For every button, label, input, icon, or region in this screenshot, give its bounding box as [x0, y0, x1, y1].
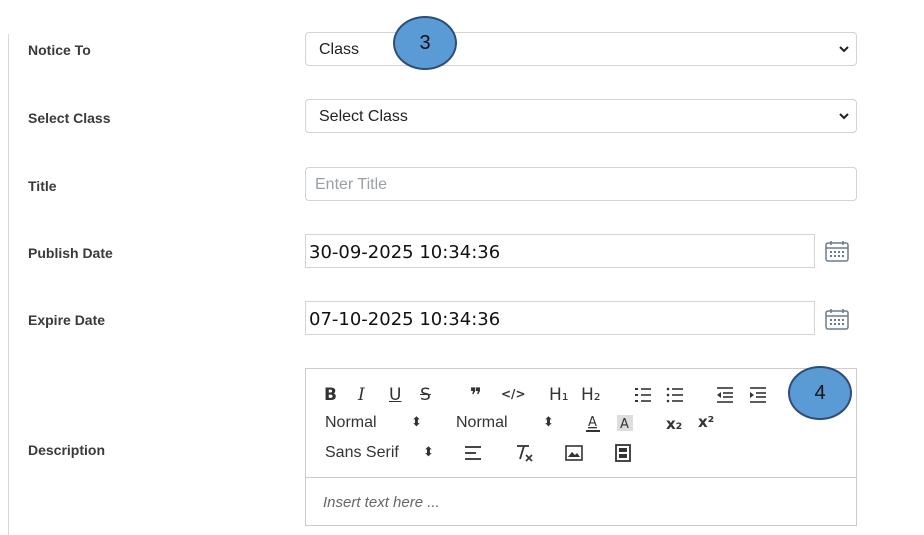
callout-marker: 4	[788, 366, 852, 420]
title-input[interactable]: Enter Title	[305, 167, 857, 201]
publish-date-value: 30-09-2025 10:34:36	[309, 242, 501, 263]
strike-button[interactable]: S	[420, 385, 431, 405]
ordered-list-icon[interactable]	[634, 386, 652, 404]
title-placeholder: Enter Title	[315, 176, 388, 193]
expire-date-input[interactable]: 07-10-2025 10:34:36	[305, 301, 815, 335]
size-select-arrows-icon: ⬍	[543, 415, 554, 430]
video-icon[interactable]	[615, 444, 631, 462]
notice-to-label: Notice To	[28, 42, 91, 58]
chevron-down-icon	[839, 113, 849, 120]
editor-toolbar: B I U S ❞ </> H₁ H₂ Normal ⬍ Normal ⬍ A	[306, 369, 856, 478]
indent-icon[interactable]	[749, 386, 767, 404]
subscript-button[interactable]: x₂	[666, 415, 682, 433]
font-select-arrows-icon: ⬍	[423, 445, 434, 460]
highlight-icon[interactable]: A	[616, 413, 634, 433]
select-class-value: Select Class	[319, 108, 408, 125]
blockquote-button[interactable]: ❞	[470, 383, 482, 407]
image-icon[interactable]	[565, 445, 583, 461]
header-select[interactable]: Normal	[325, 414, 377, 432]
header-select-arrows-icon: ⬍	[411, 415, 422, 430]
h2-button[interactable]: H₂	[581, 385, 601, 405]
calendar-icon[interactable]	[825, 240, 849, 262]
h1-button[interactable]: H₁	[549, 385, 569, 405]
outdent-icon[interactable]	[716, 386, 734, 404]
callout-marker: 3	[393, 16, 457, 70]
svg-text:A: A	[620, 417, 629, 432]
code-button[interactable]: </>	[501, 387, 526, 401]
left-divider	[8, 34, 9, 535]
svg-text:A: A	[588, 415, 597, 430]
clear-format-icon[interactable]	[514, 443, 534, 463]
notice-to-select[interactable]: Class	[305, 32, 857, 66]
superscript-button[interactable]: x²	[698, 413, 714, 431]
size-select[interactable]: Normal	[456, 414, 508, 432]
text-color-icon[interactable]: A	[584, 413, 602, 433]
publish-date-label: Publish Date	[28, 245, 113, 261]
description-editor[interactable]: B I U S ❞ </> H₁ H₂ Normal ⬍ Normal ⬍ A	[305, 368, 857, 526]
calendar-icon[interactable]	[825, 308, 849, 330]
chevron-down-icon	[839, 46, 849, 53]
underline-button[interactable]: U	[389, 385, 401, 405]
title-label: Title	[28, 178, 57, 194]
select-class-select[interactable]: Select Class	[305, 99, 857, 133]
font-select[interactable]: Sans Serif	[325, 444, 399, 462]
description-label: Description	[28, 442, 106, 458]
align-icon[interactable]	[464, 445, 482, 461]
publish-date-input[interactable]: 30-09-2025 10:34:36	[305, 234, 815, 268]
notice-to-value: Class	[319, 41, 360, 58]
select-class-label: Select Class	[28, 110, 111, 126]
bold-button[interactable]: B	[324, 385, 337, 405]
italic-button[interactable]: I	[358, 385, 365, 405]
bullet-list-icon[interactable]	[666, 386, 684, 404]
expire-date-value: 07-10-2025 10:34:36	[309, 309, 501, 330]
expire-date-label: Expire Date	[28, 312, 106, 328]
description-placeholder: Insert text here ...	[323, 494, 440, 511]
